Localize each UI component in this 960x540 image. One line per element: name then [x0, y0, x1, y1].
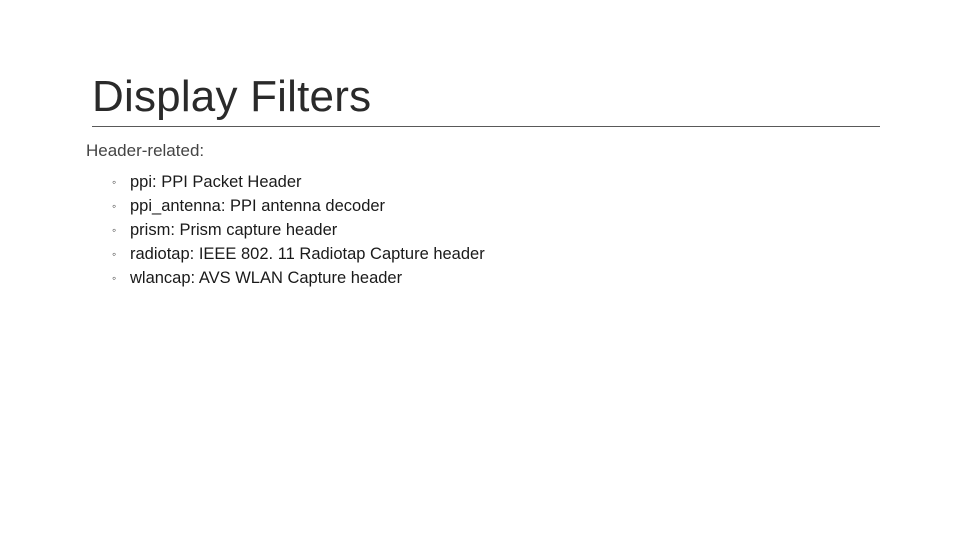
list-item-text: ppi_antenna: PPI antenna decoder [130, 195, 385, 219]
list-item-text: ppi: PPI Packet Header [130, 171, 302, 195]
section-subheading: Header-related: [86, 141, 880, 161]
filter-list: ◦ ppi: PPI Packet Header ◦ ppi_antenna: … [112, 171, 880, 291]
list-item: ◦ radiotap: IEEE 802. 11 Radiotap Captur… [112, 243, 880, 267]
bullet-icon: ◦ [112, 198, 130, 215]
list-item-text: radiotap: IEEE 802. 11 Radiotap Capture … [130, 243, 485, 267]
title-underline [92, 126, 880, 127]
list-item: ◦ prism: Prism capture header [112, 219, 880, 243]
bullet-icon: ◦ [112, 174, 130, 191]
slide: Display Filters Header-related: ◦ ppi: P… [0, 0, 960, 291]
list-item-text: prism: Prism capture header [130, 219, 337, 243]
list-item: ◦ ppi: PPI Packet Header [112, 171, 880, 195]
bullet-icon: ◦ [112, 246, 130, 263]
list-item-text: wlancap: AVS WLAN Capture header [130, 267, 402, 291]
list-item: ◦ wlancap: AVS WLAN Capture header [112, 267, 880, 291]
bullet-icon: ◦ [112, 270, 130, 287]
slide-title: Display Filters [92, 72, 880, 122]
bullet-icon: ◦ [112, 222, 130, 239]
list-item: ◦ ppi_antenna: PPI antenna decoder [112, 195, 880, 219]
